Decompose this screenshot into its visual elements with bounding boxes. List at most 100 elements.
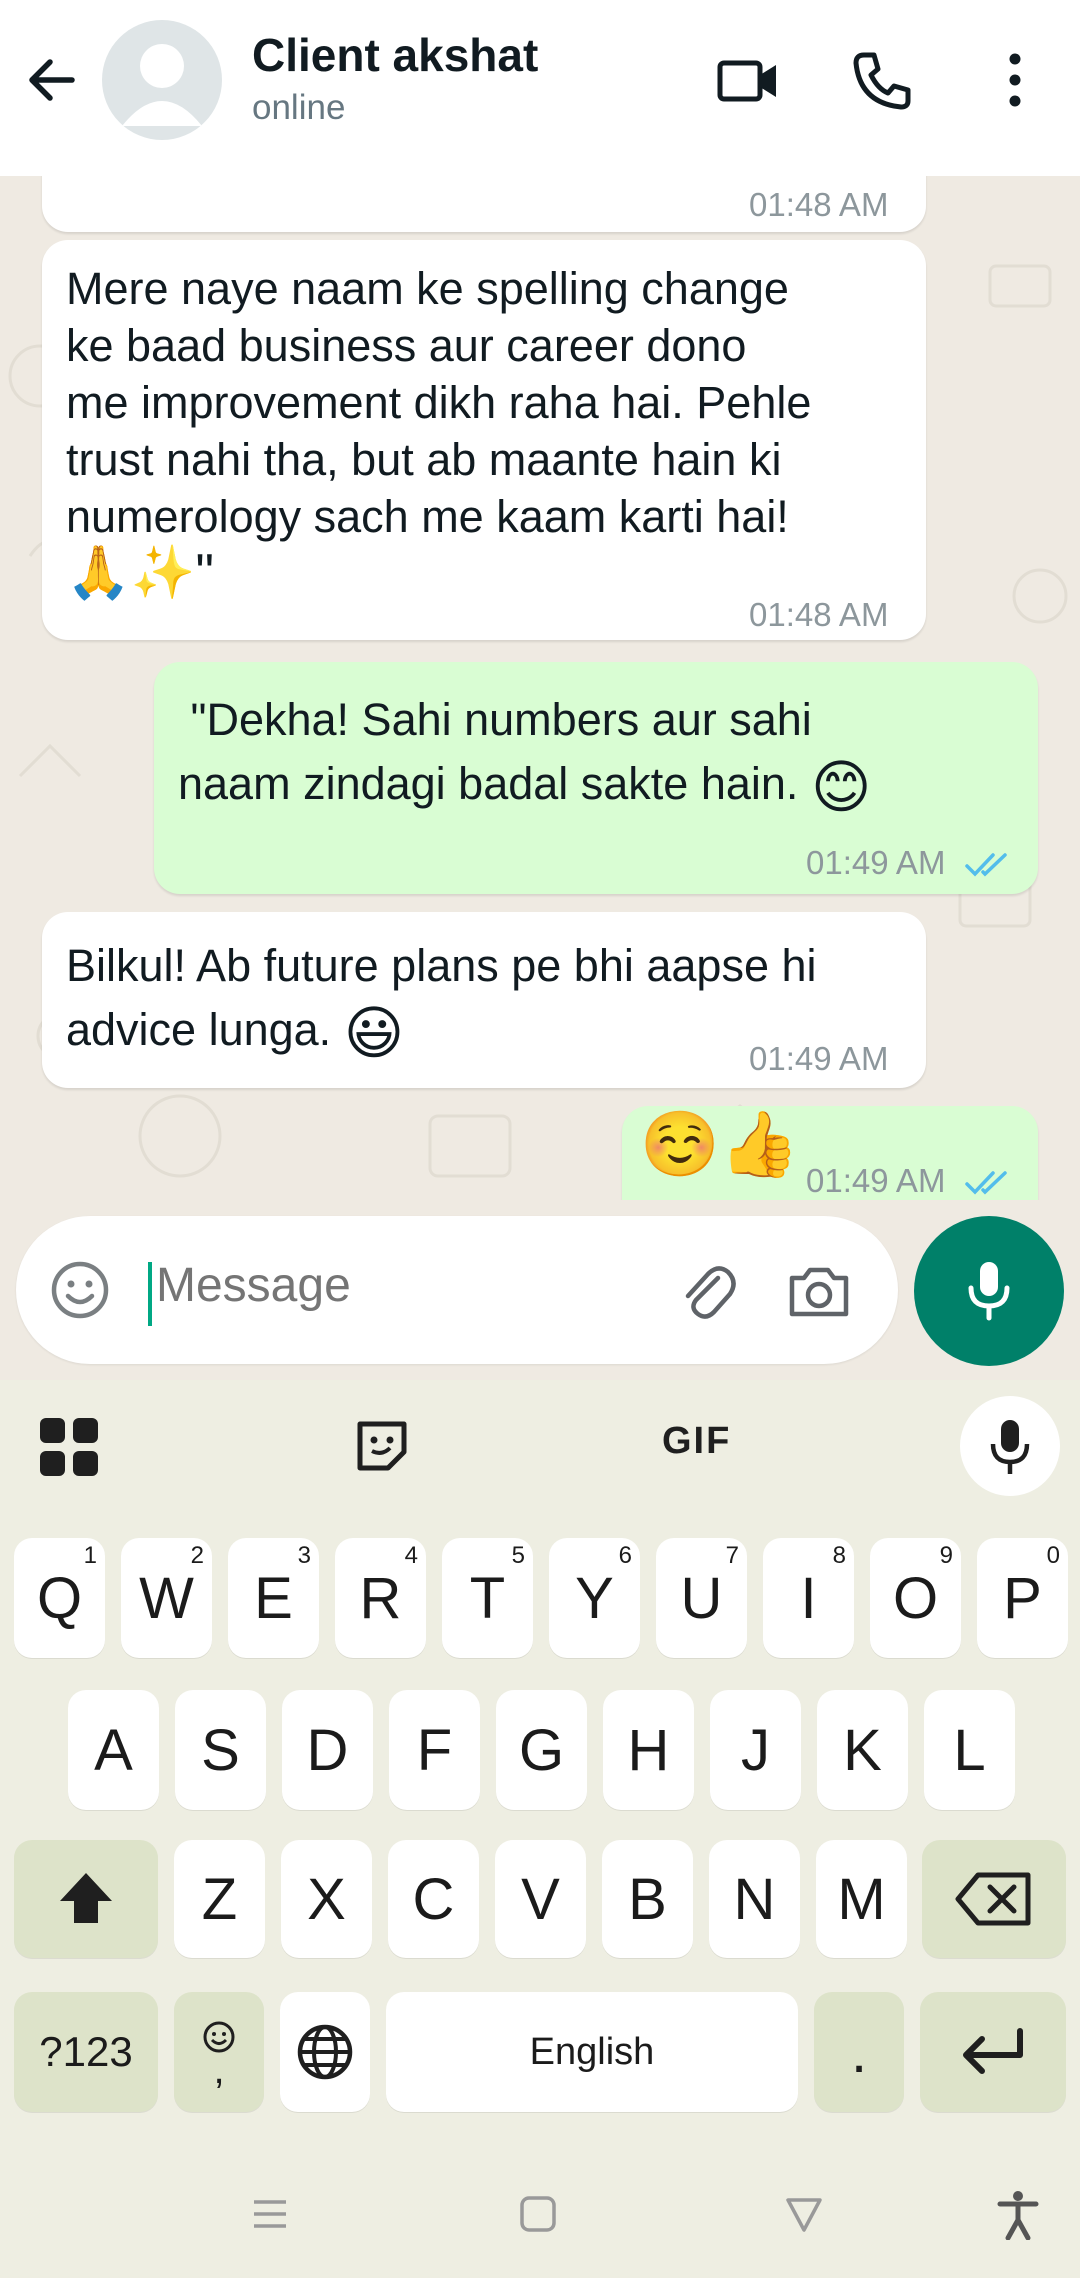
text-cursor [148,1262,152,1326]
key-number-hint: 8 [832,1542,846,1569]
key-r[interactable]: R4 [335,1538,426,1658]
backspace-icon [955,1872,1031,1926]
message-time: 01:49 AM [806,834,1013,891]
period-key[interactable]: . [814,1992,904,2112]
key-number-hint: 3 [297,1542,311,1569]
key-z[interactable]: Z [174,1840,265,1958]
composer [0,1200,1080,1380]
chat-messages[interactable]: 01:48 AM Mere naye naam ke spelling chan… [0,176,1080,1200]
key-g[interactable]: G [496,1690,587,1810]
key-b[interactable]: B [602,1840,693,1958]
message-incoming[interactable]: Bilkul! Ab future plans pe bhi aapse hi … [42,912,926,1088]
shift-key[interactable] [14,1840,158,1958]
camera-icon[interactable] [786,1258,852,1324]
key-letter: Q [36,1565,83,1631]
key-q[interactable]: Q1 [14,1538,105,1658]
voice-message-button[interactable] [914,1216,1064,1366]
key-letter: O [892,1565,939,1631]
key-e[interactable]: E3 [228,1538,319,1658]
back-arrow-icon[interactable] [22,50,82,110]
system-navigation-bar [0,2160,1080,2278]
key-letter: E [254,1565,293,1631]
message-text: "Dekha! Sahi numbers aur sahi naam zinda… [178,694,872,820]
message-incoming[interactable]: Mere naye naam ke spelling change ke baa… [42,240,926,640]
key-o[interactable]: O9 [870,1538,961,1658]
microphone-icon [968,1262,1010,1321]
read-receipt-icon [964,853,1007,877]
key-letter: I [800,1565,817,1631]
sticker-icon[interactable] [354,1418,410,1474]
gif-button[interactable]: GIF [662,1420,731,1463]
microphone-icon [990,1420,1030,1474]
key-letter: U [680,1565,723,1631]
space-bar[interactable]: English [386,1992,798,2112]
soft-keyboard: GIF ?123 , English . Q 1 W 2 E 3 R 4 T 5… [0,1380,1080,2278]
voice-typing-button[interactable] [960,1396,1060,1496]
message-incoming[interactable]: 01:48 AM [42,176,926,232]
globe-icon [297,2024,353,2080]
more-options-icon[interactable] [980,45,1050,115]
key-l[interactable]: L [924,1690,1015,1810]
key-k[interactable]: K [817,1690,908,1810]
accessibility-icon[interactable] [996,2190,1040,2240]
key-x[interactable]: X [281,1840,372,1958]
key-h[interactable]: H [603,1690,694,1810]
key-d[interactable]: D [282,1690,373,1810]
home-square-icon[interactable] [518,2194,558,2234]
enter-key[interactable] [920,1992,1066,2112]
key-t[interactable]: T5 [442,1538,533,1658]
key-f[interactable]: F [389,1690,480,1810]
message-time: 01:48 AM [749,186,889,223]
message-time: 01:48 AM [749,596,889,633]
backspace-key[interactable] [922,1840,1066,1958]
key-u[interactable]: U7 [656,1538,747,1658]
key-number-hint: 5 [511,1542,525,1569]
key-letter: R [359,1565,402,1631]
key-m[interactable]: M [816,1840,907,1958]
key-p[interactable]: P0 [977,1538,1068,1658]
key-a[interactable]: A [68,1690,159,1810]
keyboard-toolbar: GIF [0,1380,1080,1512]
key-v[interactable]: V [495,1840,586,1958]
contact-avatar[interactable] [102,20,222,140]
key-number-hint: 9 [939,1542,953,1569]
contact-status: online [252,88,346,127]
voice-call-icon[interactable] [846,45,916,115]
message-text: Bilkul! Ab future plans pe bhi aapse hi … [66,940,817,1066]
key-n[interactable]: N [709,1840,800,1958]
emoji-comma-key[interactable]: , [174,1992,264,2112]
language-switch-key[interactable] [280,1992,370,2112]
key-number-hint: 1 [83,1542,97,1569]
message-time: 01:49 AM [749,1040,889,1077]
shift-arrow-icon [60,1873,112,1923]
key-letter: Y [575,1565,614,1631]
back-triangle-icon[interactable] [784,2194,824,2234]
key-c[interactable]: C [388,1840,479,1958]
message-outgoing[interactable]: ☺️👍 01:49 AM [622,1106,1038,1200]
enter-arrow-icon [963,2028,1023,2074]
key-number-hint: 0 [1046,1542,1060,1569]
message-emoji: ☺️👍 [640,1108,800,1180]
attach-paperclip-icon[interactable] [674,1258,740,1324]
chat-header: Client akshat online [0,0,1080,176]
default-avatar-icon [122,44,202,126]
key-s[interactable]: S [175,1690,266,1810]
message-input-container[interactable] [16,1216,898,1364]
key-w[interactable]: W2 [121,1538,212,1658]
symbols-key[interactable]: ?123 [14,1992,158,2112]
key-number-hint: 6 [618,1542,632,1569]
key-number-hint: 2 [190,1542,204,1569]
key-letter: T [469,1565,506,1631]
emoji-picker-icon[interactable] [48,1258,112,1322]
key-number-hint: 7 [725,1542,739,1569]
key-j[interactable]: J [710,1690,801,1810]
key-number-hint: 4 [404,1542,418,1569]
contact-name[interactable]: Client akshat [252,28,538,82]
recents-menu-icon[interactable] [250,2194,290,2234]
key-y[interactable]: Y6 [549,1538,640,1658]
key-letter: P [1003,1565,1042,1631]
video-call-icon[interactable] [714,45,784,115]
message-outgoing[interactable]: "Dekha! Sahi numbers aur sahi naam zinda… [154,662,1038,894]
key-i[interactable]: I8 [763,1538,854,1658]
apps-grid-icon[interactable] [38,1416,100,1478]
